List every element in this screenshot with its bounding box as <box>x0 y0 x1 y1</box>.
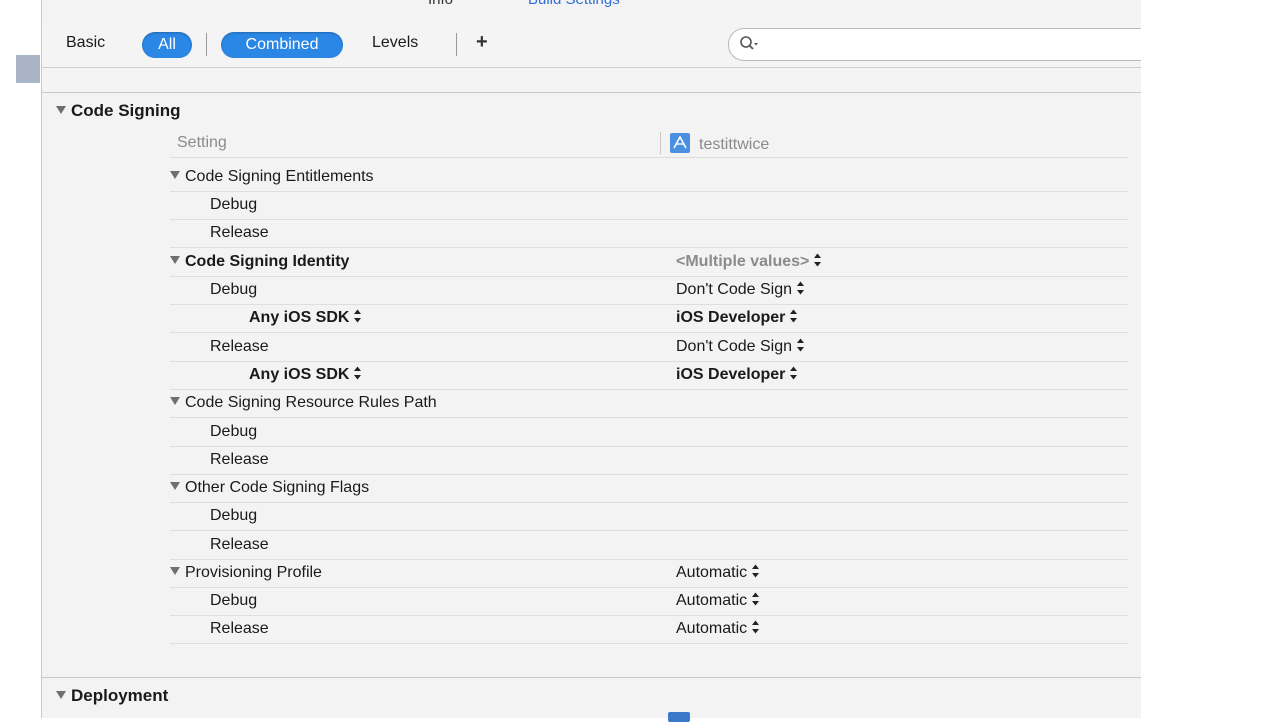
setting-column-header: Setting <box>177 134 227 151</box>
stepper-arrows-icon <box>354 366 362 380</box>
config-label: Debug <box>210 196 258 213</box>
setting-row-other-flags[interactable]: Other Code Signing Flags <box>170 474 1128 503</box>
search-icon <box>740 36 758 50</box>
target-name: testittwice <box>699 136 770 154</box>
config-label: Debug <box>210 507 258 524</box>
setting-label: Code Signing Entitlements <box>170 168 374 186</box>
editor-tabs: Info Build Settings <box>42 0 1141 9</box>
stepper-arrows-icon <box>790 366 798 380</box>
section-title: Code Signing <box>71 101 181 120</box>
config-label: Debug <box>210 592 258 609</box>
column-separator <box>660 132 661 154</box>
setting-row-identity[interactable]: Code Signing Identity <Multiple values> <box>170 248 1128 277</box>
tab-info[interactable]: Info <box>428 0 453 8</box>
setting-row-sdk[interactable]: Any iOS SDK iOS Developer <box>170 361 1128 390</box>
setting-label: Other Code Signing Flags <box>170 479 369 497</box>
window-background <box>1141 0 1278 718</box>
setting-row-release[interactable]: Release <box>170 219 1128 248</box>
setting-row-release[interactable]: Release <box>170 446 1128 475</box>
filter-separator <box>456 33 457 56</box>
setting-value-popup[interactable]: Don't Code Sign <box>676 338 805 356</box>
combined-button[interactable]: Combined <box>221 32 343 58</box>
stepper-arrows-icon <box>814 253 822 267</box>
setting-value-popup[interactable]: <Multiple values> <box>676 253 822 271</box>
setting-row-release[interactable]: Release <box>170 531 1128 560</box>
filter-bar: Basic All Combined Levels + <box>42 22 1149 68</box>
disclosure-triangle-icon[interactable] <box>56 690 66 699</box>
setting-value-popup[interactable]: Automatic <box>676 564 760 582</box>
setting-row-debug[interactable]: Debug <box>170 502 1128 531</box>
setting-row-provisioning-profile[interactable]: Provisioning Profile Automatic <box>170 559 1128 588</box>
config-label: Release <box>210 338 269 355</box>
build-settings-editor: Info Build Settings Basic All Combined L… <box>42 0 1149 722</box>
setting-value-popup[interactable]: Automatic <box>676 620 760 638</box>
stepper-arrows-icon <box>790 309 798 323</box>
setting-label: Provisioning Profile <box>170 564 322 582</box>
sdk-condition-popup[interactable]: Any iOS SDK <box>249 309 362 327</box>
section-divider <box>42 677 1141 678</box>
setting-value-popup[interactable]: iOS Developer <box>676 309 798 327</box>
stepper-arrows-icon <box>797 338 805 352</box>
navigator-gutter <box>0 0 42 718</box>
column-header-row: Setting testittwice <box>170 129 1128 158</box>
add-setting-button[interactable]: + <box>476 31 488 54</box>
stepper-arrows-icon <box>752 564 760 578</box>
disclosure-triangle-icon[interactable] <box>56 105 66 114</box>
config-label: Release <box>210 451 269 468</box>
setting-row-resource-rules[interactable]: Code Signing Resource Rules Path <box>170 389 1128 418</box>
setting-row-entitlements[interactable]: Code Signing Entitlements <box>170 163 1128 192</box>
disclosure-triangle-icon[interactable] <box>170 170 180 179</box>
filter-separator <box>206 33 207 56</box>
disclosure-triangle-icon[interactable] <box>170 481 180 490</box>
app-target-icon <box>670 133 690 153</box>
config-label: Debug <box>210 423 258 440</box>
config-label: Release <box>210 620 269 637</box>
setting-row-debug[interactable]: Debug <box>170 418 1128 447</box>
setting-row-sdk[interactable]: Any iOS SDK iOS Developer <box>170 304 1128 333</box>
section-deployment[interactable]: Deployment <box>56 686 168 706</box>
search-field[interactable] <box>728 28 1149 61</box>
setting-value-popup[interactable]: Don't Code Sign <box>676 281 805 299</box>
disclosure-triangle-icon[interactable] <box>170 566 180 575</box>
setting-row-debug[interactable]: Debug Don't Code Sign <box>170 276 1128 305</box>
stepper-arrows-icon <box>752 592 760 606</box>
config-label: Release <box>210 536 269 553</box>
setting-row-debug[interactable]: Debug Automatic <box>170 587 1128 616</box>
disclosure-triangle-icon[interactable] <box>170 396 180 405</box>
navigator-selection[interactable] <box>16 55 40 83</box>
config-label: Debug <box>210 281 258 298</box>
setting-row-release[interactable]: Release Automatic <box>170 615 1128 644</box>
setting-value-popup[interactable]: iOS Developer <box>676 366 798 384</box>
config-label: Release <box>210 224 269 241</box>
setting-label: Code Signing Identity <box>170 253 349 271</box>
target-column-header[interactable]: testittwice <box>669 133 770 156</box>
basic-button[interactable]: Basic <box>66 34 105 52</box>
setting-value-popup[interactable]: Automatic <box>676 592 760 610</box>
all-button[interactable]: All <box>142 32 192 58</box>
tab-build-settings[interactable]: Build Settings <box>528 0 620 8</box>
section-code-signing[interactable]: Code Signing <box>56 101 181 121</box>
setting-row-release[interactable]: Release Don't Code Sign <box>170 333 1128 362</box>
filter-gap <box>42 68 1141 93</box>
app-target-icon <box>668 712 690 722</box>
setting-row-debug[interactable]: Debug <box>170 191 1128 220</box>
stepper-arrows-icon <box>797 281 805 295</box>
setting-label: Code Signing Resource Rules Path <box>170 394 437 412</box>
section-title: Deployment <box>71 686 169 705</box>
levels-button[interactable]: Levels <box>372 34 418 52</box>
disclosure-triangle-icon[interactable] <box>170 255 180 264</box>
stepper-arrows-icon <box>354 309 362 323</box>
sdk-condition-popup[interactable]: Any iOS SDK <box>249 366 362 384</box>
stepper-arrows-icon <box>752 620 760 634</box>
